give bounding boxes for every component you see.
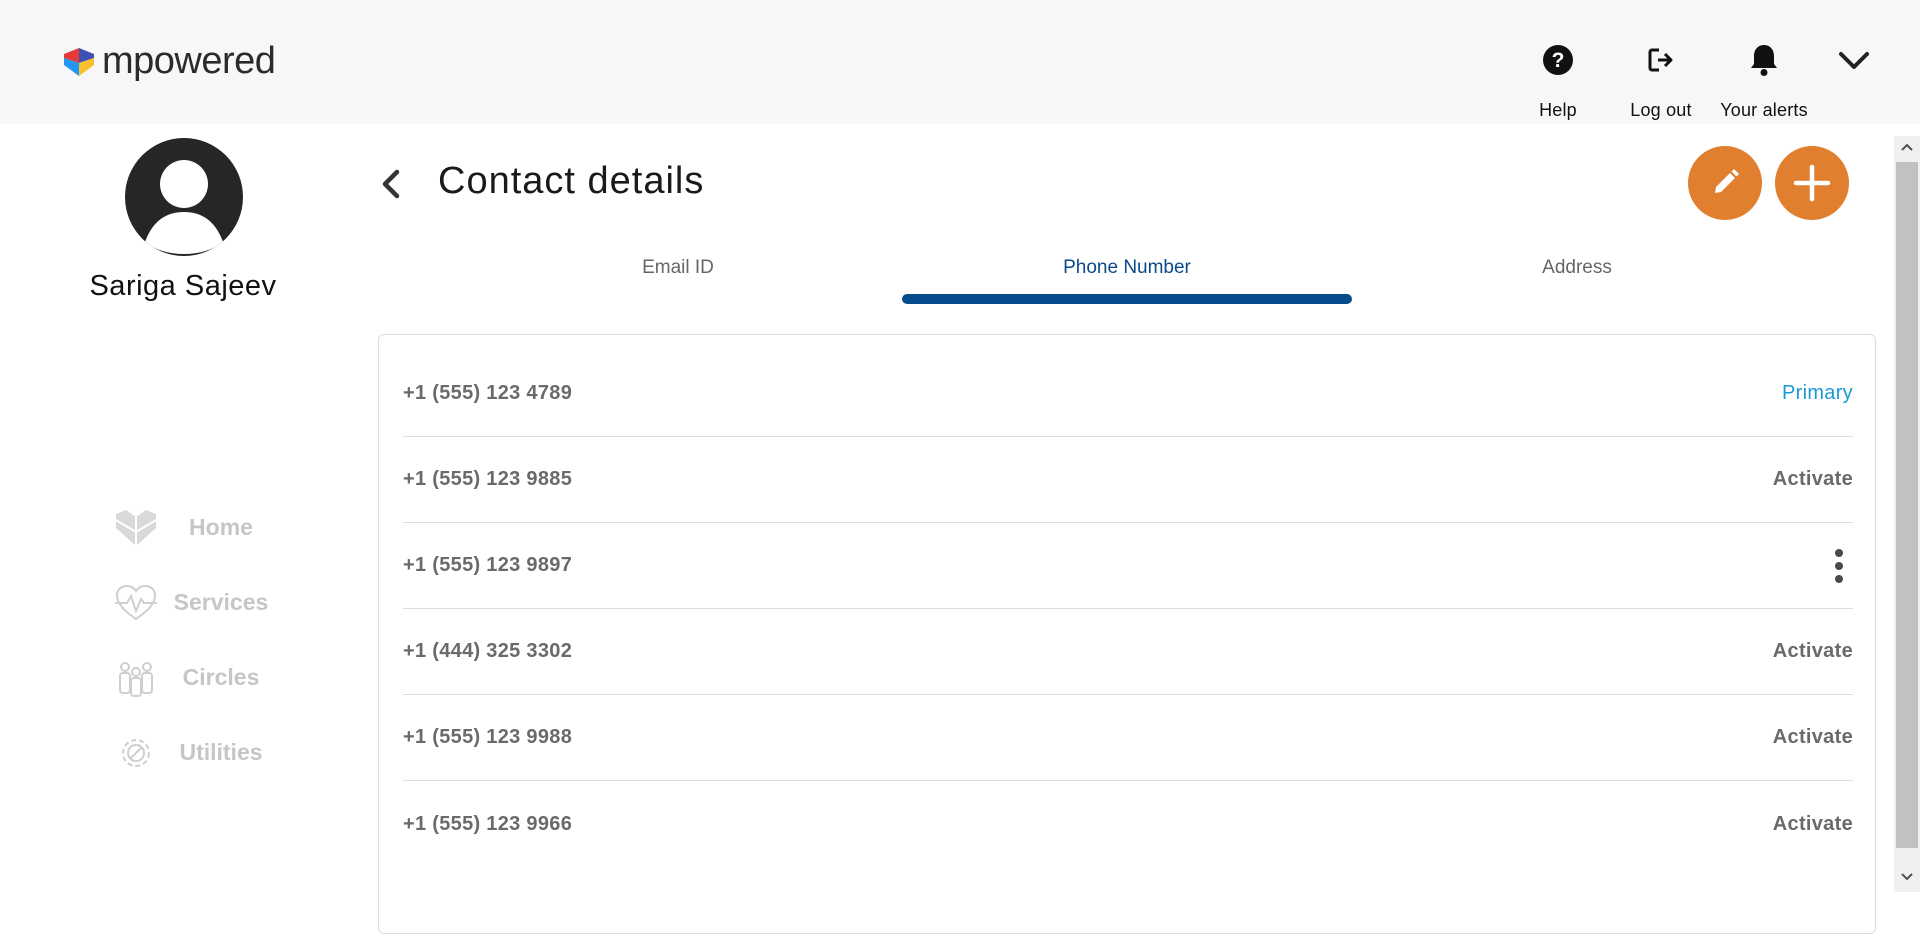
plus-icon [1793,164,1831,202]
phone-number: +1 (555) 123 9897 [403,554,573,576]
active-tab-indicator [902,294,1352,304]
chevron-down-icon[interactable] [1836,46,1872,74]
list-item: +1 (555) 123 9885 Activate [403,437,1853,523]
sidebar-nav: Home Services Circles Utilities [110,490,280,790]
top-bar: mpowered ? Help Log out Your alerts [0,0,1920,124]
activate-button[interactable]: Activate [1773,640,1853,663]
people-group-icon [119,661,153,697]
pencil-icon [1715,169,1739,193]
gear-wrench-icon [122,738,150,767]
add-contact-button[interactable] [1775,146,1849,220]
logout-icon [1648,48,1673,72]
primary-label: Primary [1782,382,1853,404]
list-item: +1 (555) 123 9988 Activate [403,695,1853,781]
more-options-icon[interactable] [1819,546,1859,586]
list-item: +1 (555) 123 9897 [403,523,1853,609]
tab-address[interactable]: Address [1352,252,1802,306]
svg-text:?: ? [1552,49,1565,72]
phone-number: +1 (555) 123 9966 [403,812,573,835]
phone-number: +1 (444) 325 3302 [403,640,573,662]
activate-button[interactable]: Activate [1773,726,1853,749]
avatar [125,138,243,256]
phone-number: +1 (555) 123 9988 [403,726,573,748]
alerts-button[interactable]: Your alerts [1712,38,1816,121]
sidebar-item-label: Circles [182,664,260,690]
alerts-label: Your alerts [1720,100,1808,120]
list-item: +1 (555) 123 9966 Activate [403,781,1853,867]
chevron-down-small-icon [1901,873,1913,881]
scroll-down-button[interactable] [1894,866,1920,888]
logo-mark-icon [64,47,94,76]
page-title: Contact details [438,160,705,202]
user-avatar-icon [145,160,223,254]
logo-text: mpowered [102,40,276,82]
phone-list-card: +1 (555) 123 4789 Primary +1 (555) 123 9… [378,334,1876,934]
help-button[interactable]: ? Help [1528,38,1588,121]
chevron-up-icon [1901,143,1913,151]
phone-number: +1 (555) 123 4789 [403,382,573,404]
scrollbar-thumb[interactable] [1896,162,1918,848]
bell-icon [1751,45,1777,76]
sidebar-item-services[interactable]: Services [110,565,280,640]
user-name: Sariga Sajeev [89,270,277,302]
list-item: +1 (555) 123 4789 Primary [403,351,1853,437]
sidebar-item-home[interactable]: Home [110,490,280,565]
logout-button[interactable]: Log out [1618,38,1704,121]
activate-button[interactable]: Activate [1773,813,1853,836]
mpowered-logo[interactable]: mpowered [62,40,276,83]
edit-button[interactable] [1688,146,1762,220]
sidebar-item-utilities[interactable]: Utilities [110,715,280,790]
sidebar-item-label: Utilities [179,739,263,765]
sidebar-item-circles[interactable]: Circles [110,640,280,715]
back-arrow-icon[interactable] [376,166,408,202]
help-label: Help [1539,100,1577,120]
home-heart-icon [115,509,157,546]
sidebar-item-label: Services [173,589,269,615]
tab-email-id[interactable]: Email ID [378,252,978,306]
help-icon: ? [1543,45,1573,75]
phone-number: +1 (555) 123 9885 [403,468,573,490]
heart-pulse-icon [115,584,157,620]
logout-label: Log out [1630,100,1692,120]
sidebar-item-label: Home [189,514,253,540]
scroll-up-button[interactable] [1894,136,1920,158]
activate-button[interactable]: Activate [1773,468,1853,491]
list-item: +1 (444) 325 3302 Activate [403,609,1853,695]
